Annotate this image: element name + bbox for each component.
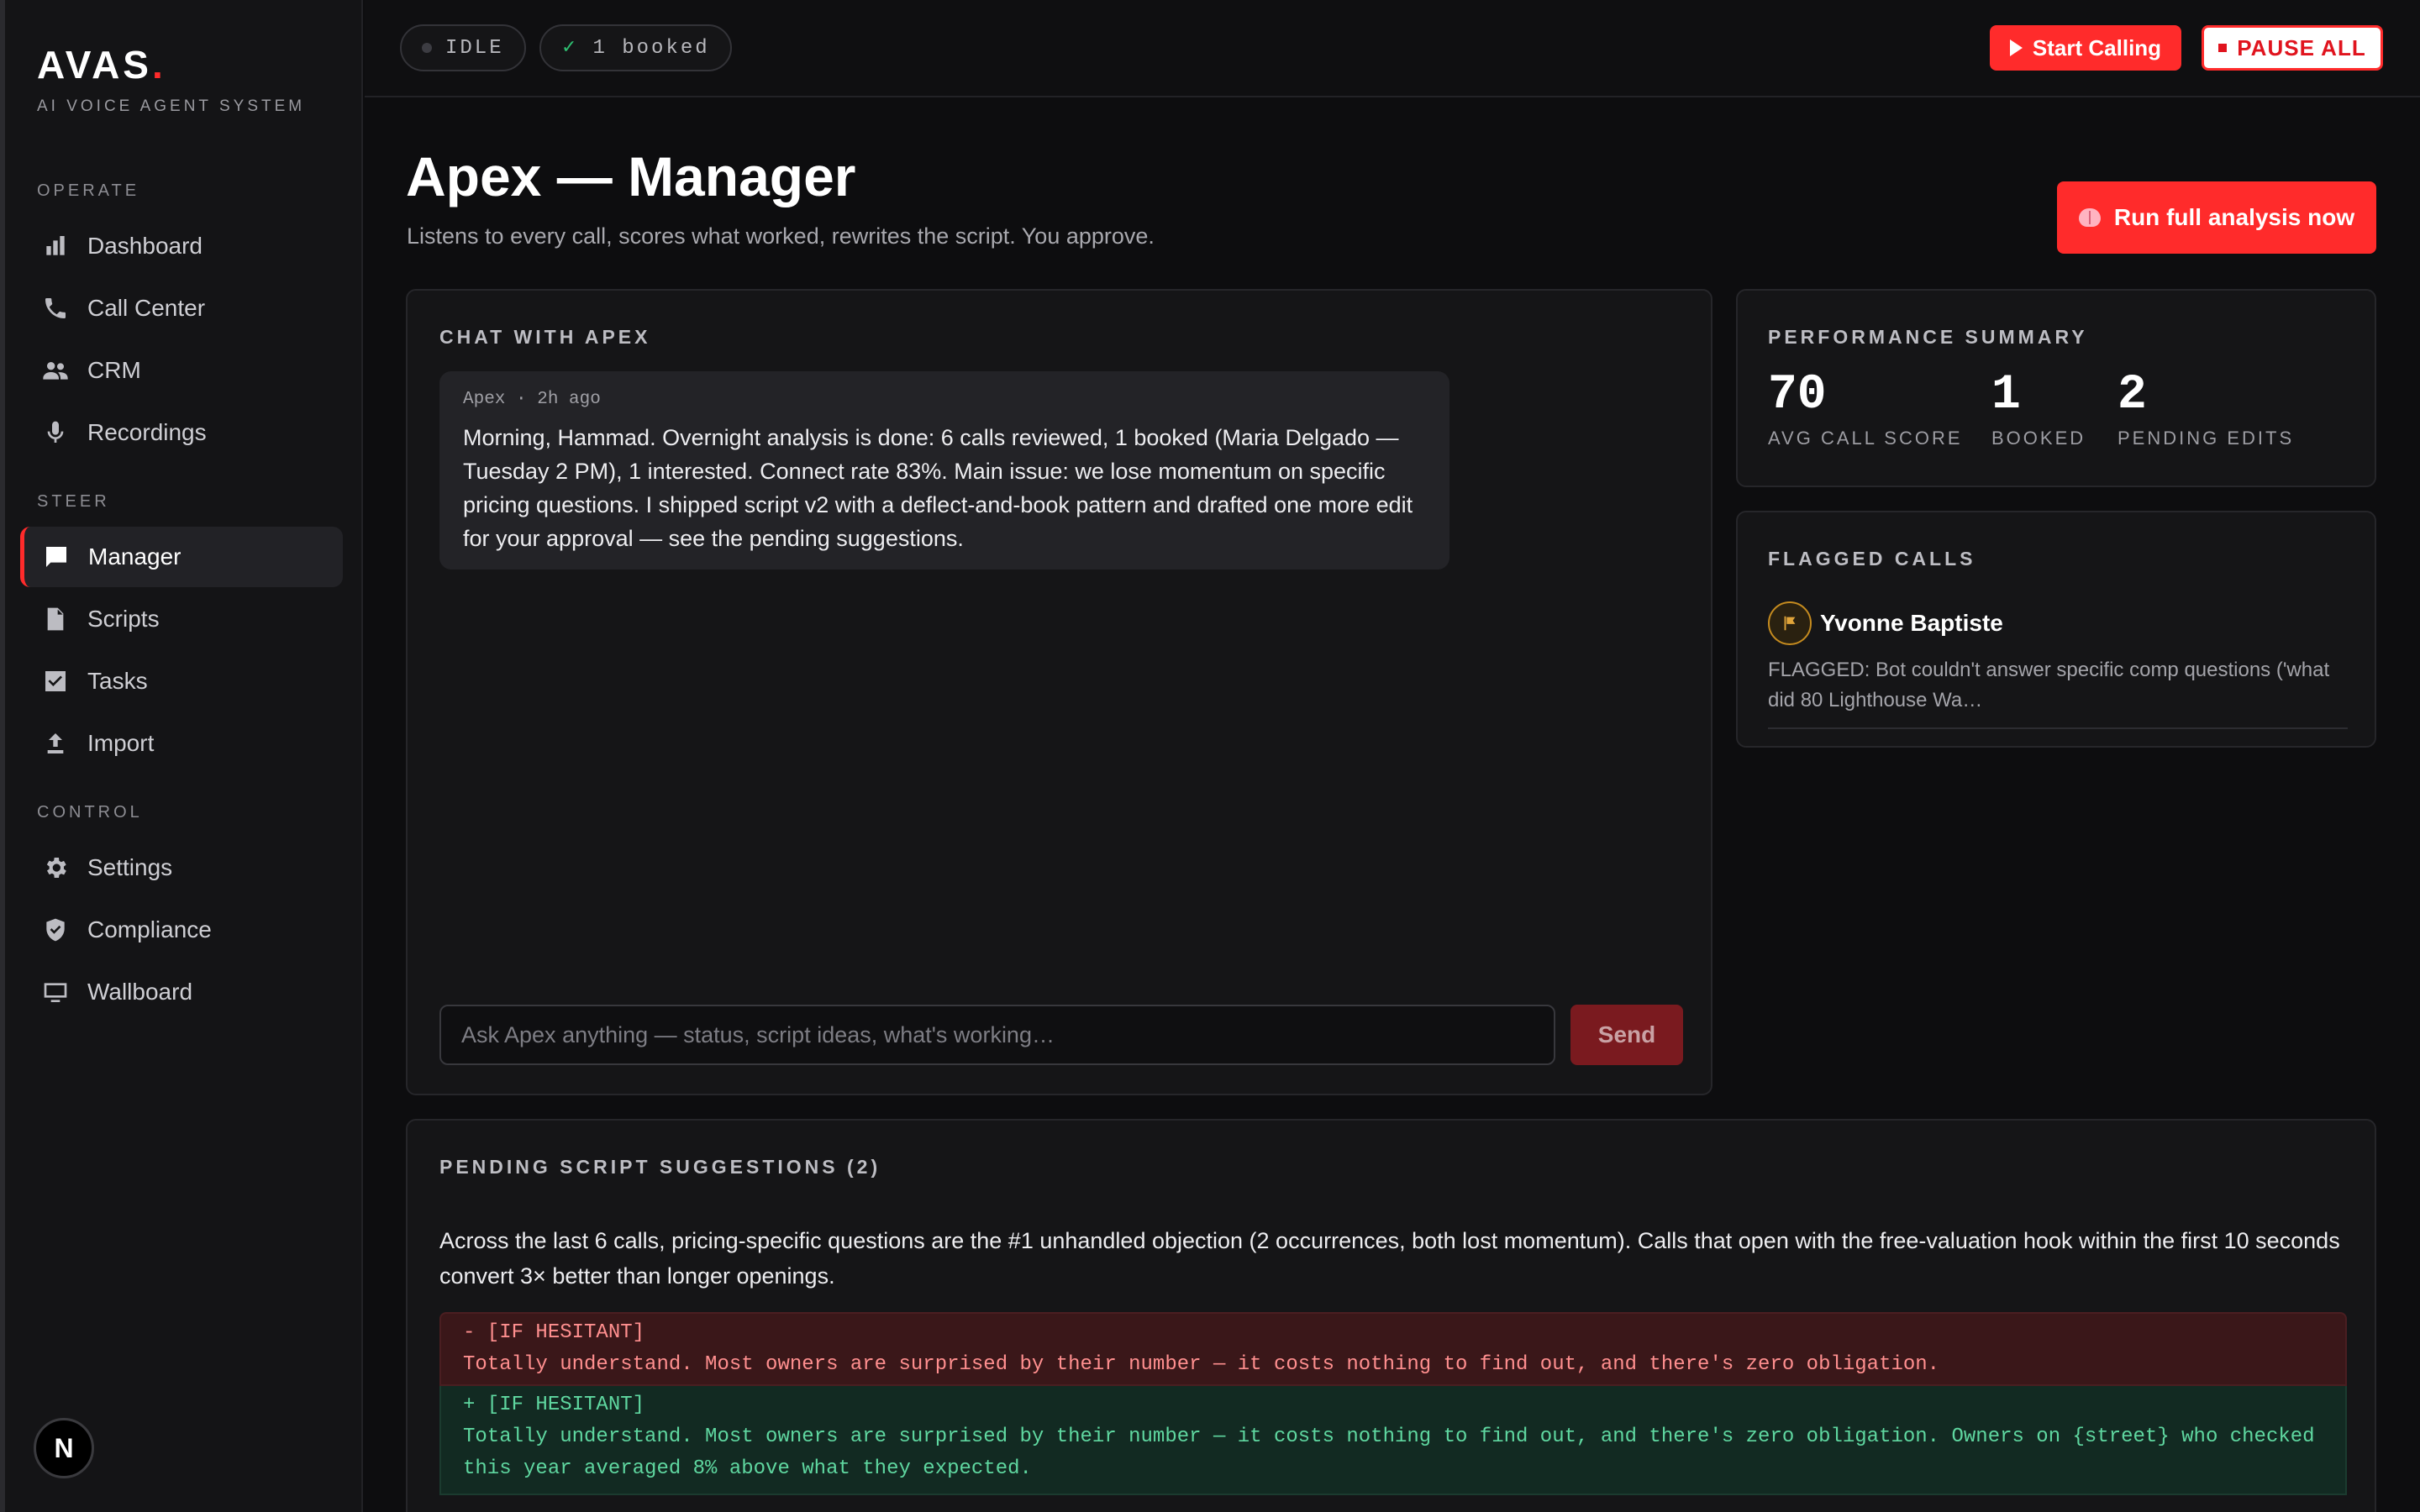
brand-subtitle: AI VOICE AGENT SYSTEM [37,97,306,115]
sidebar-item-label: Compliance [87,916,212,942]
brain-icon [2078,208,2101,227]
shield-check-icon [40,915,71,945]
stat-label: BOOKED [1991,428,2086,449]
nav-heading: STEER [37,492,110,511]
play-icon [2009,39,2023,56]
sidebar-item-label: Dashboard [87,233,203,259]
stat-booked: 1 BOOKED [1991,368,2086,449]
flagged-call-note: FLAGGED: Bot couldn't answer specific co… [1768,659,2330,711]
sidebar-item-settings[interactable]: Settings [20,837,343,898]
send-button[interactable]: Send [1570,1005,1683,1065]
topbar: IDLE ✓ 1 booked Start Calling PAUSE ALL [365,0,2420,97]
status-pill: IDLE [400,24,526,71]
checkbox-icon [40,666,71,696]
stat-label: AVG CALL SCORE [1768,428,1963,449]
document-icon [40,604,71,634]
pending-summary: Across the last 6 calls, pricing-specifi… [439,1228,2340,1289]
chat-message: Apex · 2h ago Morning, Hammad. Overnight… [439,371,1449,570]
chat-panel: CHAT WITH APEX Apex · 2h ago Morning, Ha… [406,289,1712,1095]
sidebar-item-label: Call Center [87,295,206,321]
sidebar-item-dashboard[interactable]: Dashboard [20,216,343,276]
diff-removed: - [IF HESITANT] Totally understand. Most… [439,1312,2347,1386]
booked-pill: ✓ 1 booked [539,24,732,71]
sidebar-item-label: Wallboard [87,979,193,1005]
sidebar-item-recordings[interactable]: Recordings [20,402,343,463]
page-subtitle: Listens to every call, scores what worke… [407,223,1155,249]
nav-section-steer: STEER Manager Scripts Tasks Import [20,492,343,775]
stat-pending-edits: 2 PENDING EDITS [2118,368,2294,449]
microphone-icon [40,417,71,448]
stat-label: PENDING EDITS [2118,428,2295,449]
sidebar-item-label: Tasks [87,668,148,694]
sidebar-item-label: Manager [88,543,182,570]
status-dot [422,43,432,53]
status-label: IDLE [445,36,504,60]
sidebar-item-import[interactable]: Import [20,713,343,774]
sidebar: AVAS. AI VOICE AGENT SYSTEM OPERATE Dash… [0,0,363,1512]
nav-heading: OPERATE [37,181,140,200]
sidebar-item-call-center[interactable]: Call Center [20,278,343,339]
stat-value: 2 [2118,368,2147,423]
brand-logo[interactable]: AVAS. [37,42,305,87]
upload-icon [40,728,71,759]
pause-all-button[interactable]: PAUSE ALL [2202,25,2383,71]
chat-input[interactable] [439,1005,1555,1065]
nav-heading: CONTROL [37,803,143,822]
sidebar-item-tasks[interactable]: Tasks [20,651,343,711]
message-meta: Apex · 2h ago [463,390,601,409]
pending-suggestions-panel: PENDING SCRIPT SUGGESTIONS (2) Across th… [406,1119,2376,1512]
page-title: Apex — Manager [406,145,856,207]
sidebar-item-scripts[interactable]: Scripts [20,589,343,649]
sidebar-item-label: CRM [87,357,141,383]
start-calling-button[interactable]: Start Calling [1990,25,2181,71]
flag-icon [1768,601,1812,645]
people-icon [40,355,71,386]
sidebar-item-compliance[interactable]: Compliance [20,900,343,960]
gear-icon [40,853,71,883]
sidebar-item-label: Settings [87,854,173,880]
flagged-calls-panel: FLAGGED CALLS Yvonne Baptiste FLAGGED: B… [1736,511,2376,748]
check-icon: ✓ [561,38,580,59]
monitor-icon [40,977,71,1007]
sidebar-item-label: Recordings [87,419,207,445]
stop-icon [2218,44,2228,52]
sidebar-item-label: Scripts [87,606,160,632]
sidebar-item-label: Import [87,730,155,756]
chat-title: CHAT WITH APEX [439,326,651,348]
flagged-call-item[interactable]: Yvonne Baptiste FLAGGED: Bot couldn't an… [1768,601,2348,729]
nav-section-control: CONTROL Settings Compliance Wallboard [20,803,343,1024]
app-root: AVAS. AI VOICE AGENT SYSTEM OPERATE Dash… [0,0,2420,1512]
pause-all-label: PAUSE ALL [2237,34,2366,60]
chat-bubble-icon [41,542,71,572]
message-text: Morning, Hammad. Overnight analysis is d… [463,425,1413,551]
performance-summary-panel: PERFORMANCE SUMMARY 70 AVG CALL SCORE 1 … [1736,289,2376,487]
sidebar-item-crm[interactable]: CRM [20,340,343,401]
stat-value: 70 [1768,368,1827,423]
run-analysis-label: Run full analysis now [2113,204,2355,230]
booked-label: 1 booked [592,36,710,60]
brand: AVAS. AI VOICE AGENT SYSTEM [37,42,305,116]
pending-title: PENDING SCRIPT SUGGESTIONS (2) [439,1156,881,1178]
performance-title: PERFORMANCE SUMMARY [1768,326,2088,348]
run-analysis-button[interactable]: Run full analysis now [2057,181,2376,254]
stat-avg-call-score: 70 AVG CALL SCORE [1768,368,1963,449]
sidebar-item-manager[interactable]: Manager [20,527,343,587]
flagged-call-header: Yvonne Baptiste [1768,601,2348,645]
nav-section-operate: OPERATE Dashboard Call Center CRM Record… [20,181,343,465]
sidebar-item-wallboard[interactable]: Wallboard [20,962,343,1022]
diff-added: + [IF HESITANT] Totally understand. Most… [439,1386,2347,1495]
phone-icon [40,293,71,323]
bar-chart-icon [40,231,71,261]
flagged-title: FLAGGED CALLS [1768,548,1976,570]
stat-value: 1 [1991,368,2021,423]
start-calling-label: Start Calling [2032,34,2162,60]
flagged-call-name: Yvonne Baptiste [1820,610,2003,636]
dev-badge[interactable]: N [34,1418,94,1478]
